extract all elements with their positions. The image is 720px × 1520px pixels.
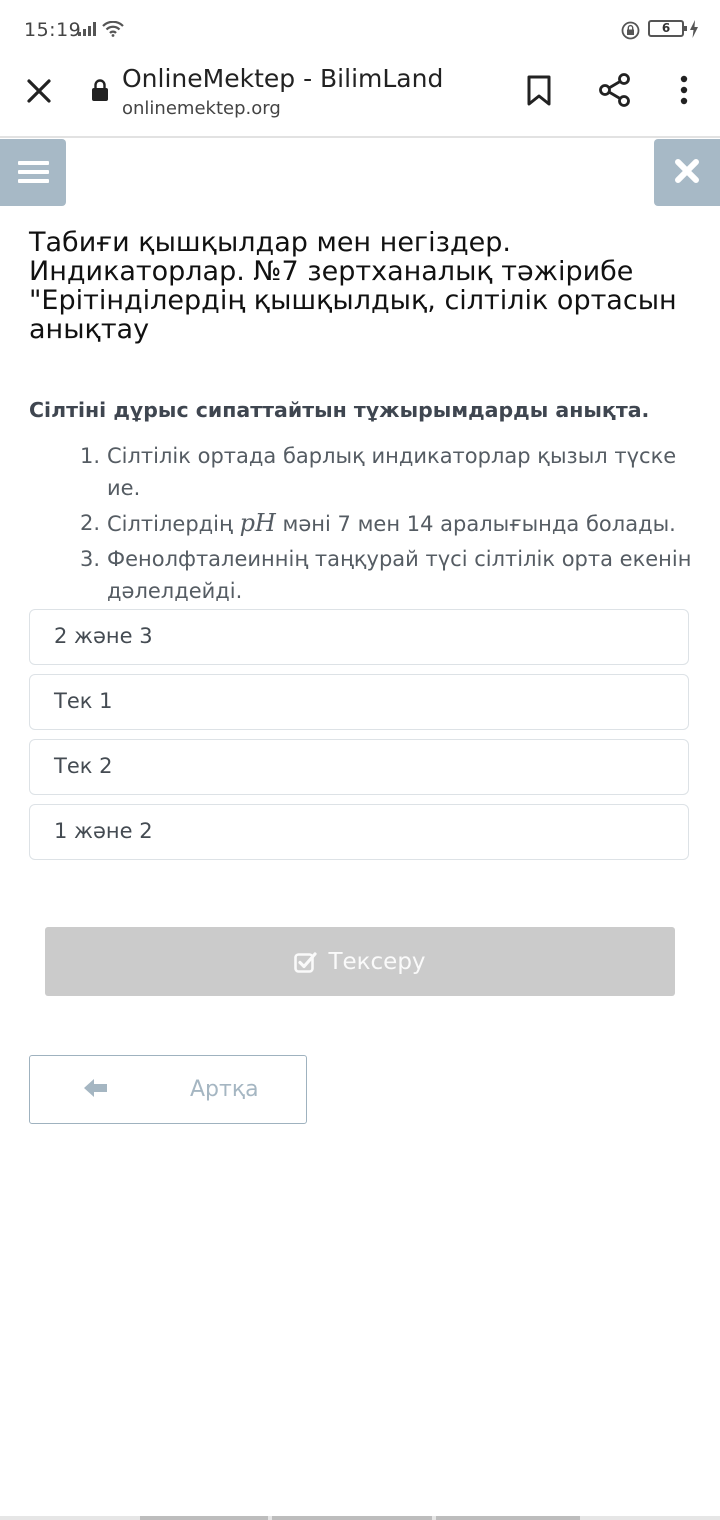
statement-number: 1. bbox=[80, 444, 101, 468]
statement-number: 2. bbox=[80, 511, 101, 535]
hamburger-icon bbox=[18, 161, 49, 183]
statement-text: Фенолфталеиннің таңқурай түсі сілтілік о… bbox=[107, 547, 692, 603]
arrow-left-icon bbox=[84, 1079, 107, 1097]
battery-indicator: 6 bbox=[648, 20, 687, 37]
bookmark-icon[interactable] bbox=[526, 75, 552, 107]
wifi-icon bbox=[102, 21, 124, 37]
statement-item: 3. Фенолфталеиннің таңқурай түсі сілтілі… bbox=[80, 543, 695, 607]
browser-page-title: OnlineMektep - BilimLand bbox=[122, 64, 444, 93]
rotation-lock-icon bbox=[621, 21, 640, 40]
back-button[interactable]: Артқа bbox=[29, 1055, 307, 1124]
answer-option[interactable]: 2 және 3 bbox=[29, 609, 689, 665]
back-button-label: Артқа bbox=[190, 1077, 259, 1102]
statement-text-pre: Сілтілердің bbox=[107, 512, 240, 536]
lesson-title: Табиғи қышқылдар мен негіздер. Индикатор… bbox=[29, 227, 677, 345]
checkbox-check-icon bbox=[294, 951, 318, 973]
statement-text: Сілтілердің pH мәні 7 мен 14 аралығында … bbox=[107, 507, 676, 540]
bottom-divider-segment bbox=[272, 1516, 432, 1520]
browser-toolbar: OnlineMektep - BilimLand onlinemektep.or… bbox=[0, 60, 720, 138]
share-icon[interactable] bbox=[598, 73, 632, 107]
answer-option-label: 1 және 2 bbox=[54, 819, 153, 843]
statement-text: Сілтілік ортада барлық индикаторлар қызы… bbox=[107, 444, 677, 500]
answer-option-label: Тек 2 bbox=[54, 754, 113, 778]
browser-url[interactable]: onlinemektep.org bbox=[122, 98, 281, 119]
status-bar: 15:19 6 bbox=[0, 0, 720, 60]
check-button[interactable]: Тексеру bbox=[45, 927, 675, 996]
statement-number: 3. bbox=[80, 547, 101, 571]
statement-item: 1. Сілтілік ортада барлық индикаторлар қ… bbox=[80, 440, 695, 504]
answer-option[interactable]: 1 және 2 bbox=[29, 804, 689, 860]
check-button-label: Тексеру bbox=[328, 948, 426, 975]
answer-option-label: 2 және 3 bbox=[54, 624, 153, 648]
close-icon bbox=[675, 159, 699, 183]
charging-icon bbox=[690, 20, 698, 38]
question-prompt: Сілтіні дұрыс сипаттайтын тұжырымдарды а… bbox=[29, 398, 650, 422]
bottom-divider-segment bbox=[436, 1516, 580, 1520]
signal-icon bbox=[78, 22, 96, 36]
statements-list: 1. Сілтілік ортада барлық индикаторлар қ… bbox=[80, 440, 695, 610]
menu-button[interactable] bbox=[0, 139, 66, 206]
status-time: 15:19 bbox=[24, 19, 82, 41]
close-lesson-button[interactable] bbox=[654, 139, 720, 206]
battery-level: 6 bbox=[661, 21, 671, 35]
more-options-icon[interactable] bbox=[674, 75, 694, 105]
statement-text-post: мәні 7 мен 14 аралығында болады. bbox=[275, 512, 676, 536]
lock-icon bbox=[92, 79, 108, 101]
answer-option[interactable]: Тек 2 bbox=[29, 739, 689, 795]
answer-option-label: Тек 1 bbox=[54, 689, 113, 713]
ph-symbol: pH bbox=[239, 509, 276, 537]
close-tab-icon[interactable] bbox=[24, 76, 54, 106]
answer-option[interactable]: Тек 1 bbox=[29, 674, 689, 730]
bottom-divider bbox=[0, 1516, 720, 1520]
statement-item: 2. Сілтілердің pH мәні 7 мен 14 аралығын… bbox=[80, 507, 695, 540]
bottom-divider-segment bbox=[140, 1516, 268, 1520]
